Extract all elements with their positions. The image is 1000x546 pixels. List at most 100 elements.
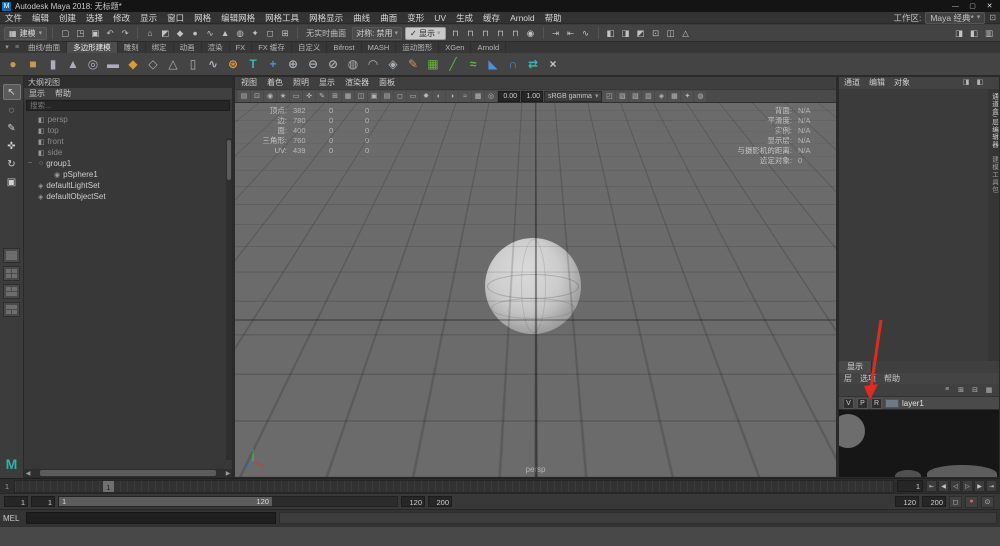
viewport-toolbar-icon[interactable]: ✜ [303,90,315,102]
snap-icon[interactable]: ⊓ [494,27,508,40]
viewport-toolbar-icon[interactable]: ◎ [485,90,497,102]
range-slider-track[interactable]: 1 120 [58,496,398,507]
channel-menu-item[interactable]: 编辑 [869,77,885,89]
shelf-tool-icon[interactable]: ▯ [184,55,202,73]
viewport-toolbar-icon[interactable]: ⊡ [251,90,263,102]
shelf-tool-icon[interactable]: ▦ [424,55,442,73]
viewport-menu-item[interactable]: 渲染器 [345,77,369,89]
menu-item[interactable]: 网格 [189,12,216,24]
snap-icon[interactable]: ⊓ [464,27,478,40]
menu-item[interactable]: 窗口 [162,12,189,24]
menu-item[interactable]: 编辑 [27,12,54,24]
outliner-item-persp[interactable]: ◧ persp [24,114,232,125]
shelf-tab-options-icon[interactable]: ≡ [12,42,22,53]
layer-editor-menu-item[interactable]: 选项 [860,373,876,384]
outliner-menu-item[interactable]: 帮助 [55,88,71,99]
shelf-tab[interactable]: 绑定 [146,42,174,53]
viewport-toolbar-icon[interactable]: ◑ [446,90,458,102]
viewport-toolbar-icon[interactable]: ▭ [407,90,419,102]
status-icon[interactable]: ◳ [73,27,87,40]
symmetry-selector[interactable]: 对称: 禁用 ▾ [352,26,403,40]
outliner-menu-item[interactable]: 显示 [29,88,45,99]
snap-icon[interactable]: ⊓ [449,27,463,40]
shelf-tab[interactable]: 多边形建模 [67,42,118,53]
shelf-tab[interactable]: 渲染 [202,42,230,53]
shelf-tab[interactable]: MASH [362,42,397,53]
sidebar-toggle-icon[interactable]: ◨ [952,27,966,40]
workspace-pin-icon[interactable]: ⊡ [989,13,996,22]
layer-playback-toggle[interactable]: P [857,397,868,409]
shelf-tool-icon[interactable]: ◍ [344,55,362,73]
tool-icon[interactable]: ↖ [2,84,21,100]
viewport-toolbar-icon[interactable]: ▣ [368,90,380,102]
exposure-field[interactable]: 0.00 [498,90,520,102]
sidebar-vertical-tab[interactable]: 建模工具包 [989,156,999,194]
viewport-toolbar-icon[interactable]: ◉ [264,90,276,102]
viewport-menu-item[interactable]: 面板 [379,77,395,89]
shelf-tool-icon[interactable]: ⊛ [224,55,242,73]
viewport-toolbar-icon[interactable]: ◈ [655,90,668,102]
layer-display-type-toggle[interactable]: R [871,397,882,409]
menu-item[interactable]: 帮助 [540,12,567,24]
menu-item[interactable]: 网格显示 [304,12,348,24]
selection-mask-icon[interactable]: ⊞ [278,27,292,40]
render-icon[interactable]: ◨ [619,27,633,40]
viewport-menu-item[interactable]: 视图 [241,77,257,89]
outliner-item-psphere1[interactable]: ◉ pSphere1 [24,169,232,180]
status-icon[interactable]: ↷ [118,27,132,40]
viewport-toolbar-icon[interactable]: ◐ [433,90,445,102]
layer-name[interactable]: layer1 [902,399,924,408]
shelf-tool-icon[interactable]: T [244,55,262,73]
history-icon[interactable]: ⇤ [564,27,578,40]
animation-end-field-right[interactable]: 200 [922,496,946,507]
viewport-menu-item[interactable]: 照明 [293,77,309,89]
channel-corner-icon[interactable]: ◧ [974,77,986,88]
shelf-tool-icon[interactable]: ⊕ [284,55,302,73]
sidebar-toggle-icon[interactable]: ◧ [967,27,981,40]
layer-visibility-toggle[interactable]: V [843,397,854,409]
shelf-tool-icon[interactable]: ◠ [364,55,382,73]
viewport-menu-item[interactable]: 显示 [319,77,335,89]
viewport-toolbar-icon[interactable]: ▦ [342,90,354,102]
outliner-item-side[interactable]: ◧ side [24,147,232,158]
psphere-object[interactable] [485,238,581,334]
animation-end-field[interactable]: 200 [428,496,452,507]
expander-icon[interactable]: − [28,160,36,167]
menu-item[interactable]: 选择 [81,12,108,24]
viewport-toolbar-icon[interactable]: ▤ [238,90,250,102]
tool-icon[interactable]: ↻ [3,156,21,172]
history-icon[interactable]: ⇥ [549,27,563,40]
live-surface-label[interactable]: 无实时曲面 [303,28,349,39]
outliner-item-defaultlightset[interactable]: ◈ defaultLightSet [24,180,232,191]
shelf-tool-icon[interactable]: ✎ [404,55,422,73]
shelf-tool-icon[interactable]: ● [4,55,22,73]
status-icon[interactable]: ↶ [103,27,117,40]
shelf-tool-icon[interactable]: ▬ [104,55,122,73]
tool-icon[interactable]: ✜ [3,138,21,154]
workspace-selector[interactable]: Maya 经典* ▾ [925,11,986,24]
layer-editor-tab[interactable]: 显示 [839,361,872,373]
layout-persp-outliner-button[interactable] [3,284,20,299]
scroll-left-icon[interactable]: ◀ [24,470,32,477]
selection-mask-icon[interactable]: ● [188,27,202,40]
layer-color-swatch[interactable] [885,398,899,408]
channel-menu-item[interactable]: 通道 [844,77,860,89]
viewport-toolbar-icon[interactable]: ◻ [394,90,406,102]
layout-four-pane-button[interactable] [3,266,20,281]
shelf-tab[interactable]: FX 缓存 [252,42,292,53]
shelf-tool-icon[interactable]: ∩ [504,55,522,73]
menu-item[interactable]: 变形 [402,12,429,24]
shelf-tool-icon[interactable]: ◇ [144,55,162,73]
viewport-toolbar-icon[interactable]: ▦ [668,90,681,102]
menu-item[interactable]: 曲线 [348,12,375,24]
render-icon[interactable]: ⊡ [649,27,663,40]
status-icon[interactable]: ▢ [58,27,72,40]
channel-menu-item[interactable]: 对象 [894,77,910,89]
viewport-toolbar-icon[interactable]: ★ [277,90,289,102]
playback-button[interactable]: ⇤ [926,480,937,492]
menu-item[interactable]: 生成 [451,12,478,24]
history-icon[interactable]: ∿ [579,27,593,40]
playback-start-field[interactable]: 1 [31,496,55,507]
playback-button[interactable]: ◀ [938,480,949,492]
channel-corner-icon[interactable]: ◨ [960,77,972,88]
